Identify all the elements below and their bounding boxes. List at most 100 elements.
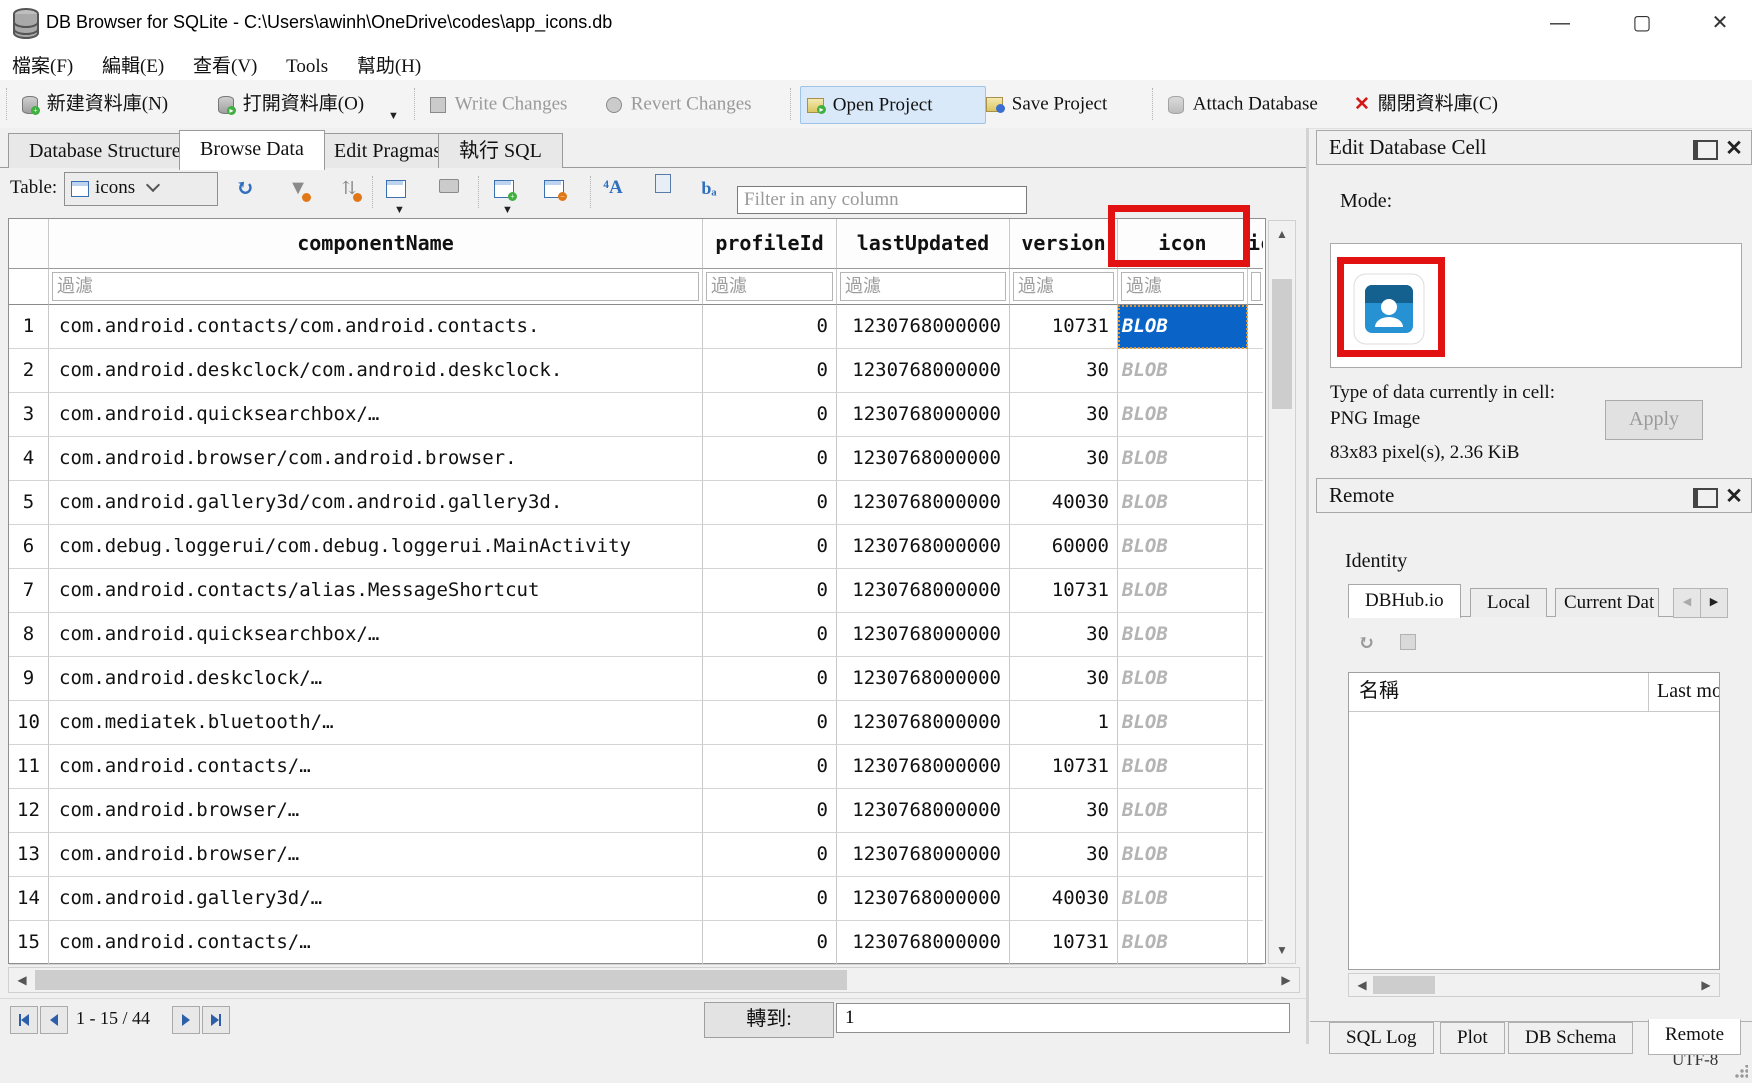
cell-partial[interactable]: [1248, 701, 1263, 745]
cell-version[interactable]: 10731: [1010, 305, 1118, 349]
previous-page-button[interactable]: [40, 1006, 68, 1034]
cell-lastUpdated[interactable]: 1230768000000: [837, 569, 1010, 613]
table-selector[interactable]: icons: [64, 172, 218, 206]
cell-partial[interactable]: [1248, 525, 1263, 569]
float-panel-icon[interactable]: [1693, 140, 1718, 160]
row-number[interactable]: 9: [9, 657, 49, 701]
tab-execute-sql[interactable]: 執行 SQL: [438, 133, 563, 168]
cell-lastUpdated[interactable]: 1230768000000: [837, 437, 1010, 481]
close-panel-icon[interactable]: ✕: [1725, 140, 1743, 156]
row-number[interactable]: 11: [9, 745, 49, 789]
column-header-partial[interactable]: ic: [1248, 219, 1263, 269]
scroll-up-arrow[interactable]: ▲: [1269, 221, 1295, 247]
cell-componentName[interactable]: com.debug.loggerui/com.debug.loggerui.Ma…: [49, 525, 703, 569]
menu-help[interactable]: 幫助(H): [345, 48, 433, 81]
last-page-button[interactable]: [202, 1006, 230, 1034]
vertical-scroll-thumb[interactable]: [1272, 279, 1292, 409]
vertical-scrollbar[interactable]: ▲ ▼: [1268, 220, 1296, 964]
cell-version[interactable]: 30: [1010, 437, 1118, 481]
row-number[interactable]: 1: [9, 305, 49, 349]
cell-version[interactable]: 10731: [1010, 921, 1118, 965]
apply-button[interactable]: Apply: [1605, 400, 1703, 440]
row-number[interactable]: 10: [9, 701, 49, 745]
row-number[interactable]: 5: [9, 481, 49, 525]
remote-clone-button[interactable]: [1400, 634, 1416, 655]
cell-componentName[interactable]: com.android.deskclock/…: [49, 657, 703, 701]
maximize-button[interactable]: ▢: [1622, 6, 1662, 40]
cell-profileId[interactable]: 0: [703, 349, 837, 393]
row-number[interactable]: 12: [9, 789, 49, 833]
cell-version[interactable]: 30: [1010, 657, 1118, 701]
dock-tab-plot[interactable]: Plot: [1440, 1022, 1505, 1054]
column-header-version[interactable]: version: [1010, 219, 1118, 269]
new-database-button[interactable]: + 新建資料庫(N): [16, 86, 174, 122]
cell-componentName[interactable]: com.android.browser/…: [49, 789, 703, 833]
cell-icon-blob[interactable]: BLOB: [1118, 789, 1248, 833]
cell-profileId[interactable]: 0: [703, 921, 837, 965]
remote-tab-current-database[interactable]: Current Dat: [1555, 588, 1659, 617]
cell-icon-blob[interactable]: BLOB: [1118, 305, 1248, 349]
open-database-dropdown-arrow[interactable]: ▼: [388, 110, 399, 122]
close-panel-icon[interactable]: ✕: [1725, 488, 1743, 504]
scroll-right-arrow[interactable]: ▶: [1693, 974, 1719, 996]
cell-icon-blob[interactable]: BLOB: [1118, 745, 1248, 789]
resize-grip[interactable]: [1734, 1065, 1748, 1079]
cell-lastUpdated[interactable]: 1230768000000: [837, 305, 1010, 349]
cell-partial[interactable]: [1248, 437, 1263, 481]
cell-icon-blob[interactable]: BLOB: [1118, 877, 1248, 921]
scroll-left-arrow[interactable]: ◀: [1349, 974, 1375, 996]
scroll-down-arrow[interactable]: ▼: [1269, 937, 1295, 963]
cell-componentName[interactable]: com.android.browser/com.android.browser.: [49, 437, 703, 481]
cell-version[interactable]: 40030: [1010, 481, 1118, 525]
cell-partial[interactable]: [1248, 921, 1263, 965]
dock-tab-remote[interactable]: Remote: [1648, 1019, 1741, 1055]
row-number[interactable]: 14: [9, 877, 49, 921]
close-database-button[interactable]: ✕ 關閉資料庫(C): [1348, 86, 1504, 122]
filter-profileId-input[interactable]: [706, 272, 833, 301]
cell-profileId[interactable]: 0: [703, 833, 837, 877]
cell-version[interactable]: 30: [1010, 789, 1118, 833]
cell-lastUpdated[interactable]: 1230768000000: [837, 877, 1010, 921]
tab-scroll-left-button[interactable]: ◀: [1673, 588, 1701, 618]
cell-version[interactable]: 1: [1010, 701, 1118, 745]
row-number[interactable]: 8: [9, 613, 49, 657]
revert-changes-button[interactable]: Revert Changes: [600, 86, 758, 122]
cell-icon-blob[interactable]: BLOB: [1118, 921, 1248, 965]
row-number[interactable]: 6: [9, 525, 49, 569]
cell-lastUpdated[interactable]: 1230768000000: [837, 613, 1010, 657]
tab-database-structure[interactable]: Database Structure: [8, 133, 202, 168]
cell-lastUpdated[interactable]: 1230768000000: [837, 525, 1010, 569]
horizontal-scrollbar[interactable]: ◀ ▶: [8, 967, 1300, 993]
cell-componentName[interactable]: com.android.contacts/…: [49, 921, 703, 965]
cell-profileId[interactable]: 0: [703, 701, 837, 745]
cell-version[interactable]: 10731: [1010, 569, 1118, 613]
cell-lastUpdated[interactable]: 1230768000000: [837, 701, 1010, 745]
menu-view[interactable]: 查看(V): [181, 48, 269, 81]
cell-icon-blob[interactable]: BLOB: [1118, 481, 1248, 525]
cell-icon-blob[interactable]: BLOB: [1118, 701, 1248, 745]
cell-version[interactable]: 30: [1010, 833, 1118, 877]
cell-profileId[interactable]: 0: [703, 789, 837, 833]
condition-format-button[interactable]: bₐ: [694, 174, 724, 204]
cell-partial[interactable]: [1248, 393, 1263, 437]
cell-version[interactable]: 30: [1010, 393, 1118, 437]
remote-tab-dbhub[interactable]: DBHub.io: [1348, 584, 1461, 618]
cell-profileId[interactable]: 0: [703, 305, 837, 349]
refresh-button[interactable]: ↻: [230, 174, 260, 204]
remote-refresh-button[interactable]: ↻: [1358, 630, 1375, 655]
cell-profileId[interactable]: 0: [703, 613, 837, 657]
cell-icon-blob[interactable]: BLOB: [1118, 525, 1248, 569]
remote-tab-local[interactable]: Local: [1470, 588, 1547, 617]
horizontal-scroll-thumb[interactable]: [35, 970, 847, 990]
remote-column-name[interactable]: 名稱: [1349, 673, 1649, 711]
cell-partial[interactable]: [1248, 613, 1263, 657]
filter-componentName-input[interactable]: [52, 272, 699, 301]
float-panel-icon[interactable]: [1693, 488, 1718, 508]
cell-componentName[interactable]: com.android.deskclock/com.android.deskcl…: [49, 349, 703, 393]
cell-componentName[interactable]: com.android.browser/…: [49, 833, 703, 877]
row-number[interactable]: 3: [9, 393, 49, 437]
cell-icon-blob[interactable]: BLOB: [1118, 657, 1248, 701]
attach-database-button[interactable]: Attach Database: [1162, 86, 1324, 122]
cell-profileId[interactable]: 0: [703, 877, 837, 921]
close-button[interactable]: ✕: [1700, 6, 1740, 40]
